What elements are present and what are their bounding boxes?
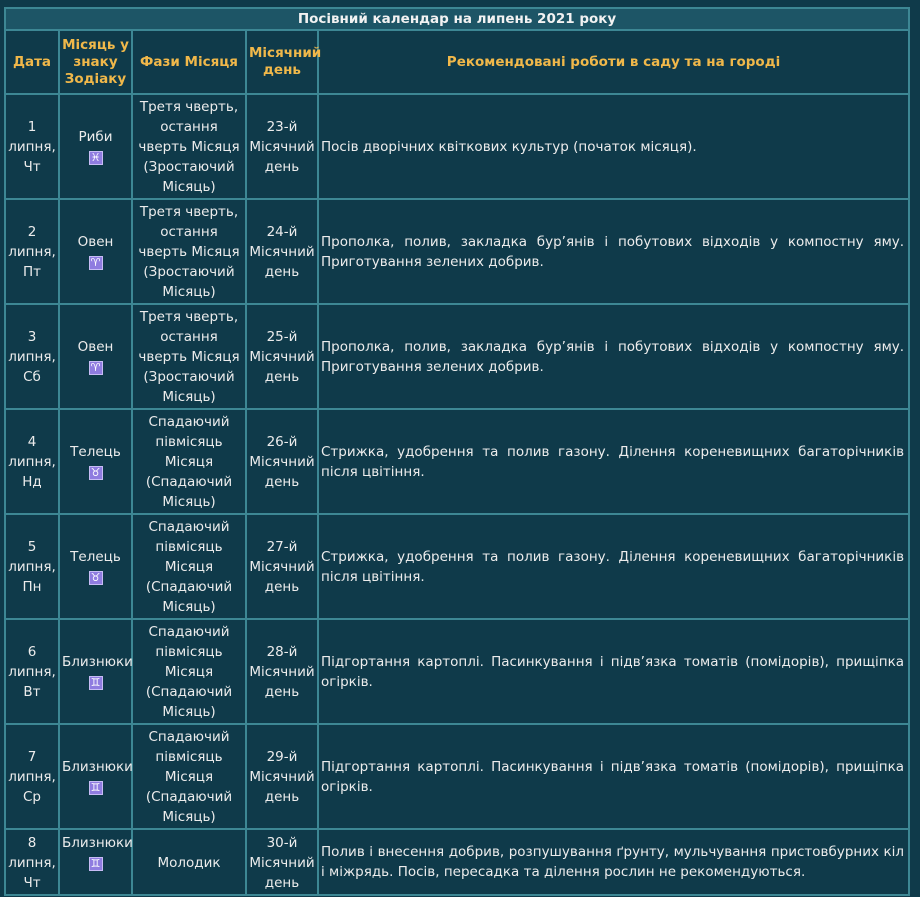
date-cell: 2 липня, Пт (4, 198, 60, 305)
date-day: 3 (27, 328, 37, 345)
date-cell: 8 липня, Чт (4, 828, 60, 896)
lunar-day-cell: 29-й Місячний день (245, 723, 319, 830)
zodiac-name: Овен (77, 338, 114, 355)
date-weekday: Вт (23, 683, 41, 700)
date-cell: 1 липня, Чт (4, 93, 60, 200)
lunar-day-cell: 25-й Місячний день (245, 303, 319, 410)
aries-icon: ♈ (88, 360, 103, 375)
zodiac-cell: Телець ♉ (58, 513, 133, 620)
moon-phase-cell: Спадаючий півмісяць Місяця (Спадаючий Мі… (131, 513, 247, 620)
recommended-works-cell: Прополка, полив, закладка бур’янів і поб… (316, 198, 911, 305)
table-row: 3 липня, Сб Овен ♈ Третя чверть, остання чв… (4, 303, 911, 410)
date-weekday: Нд (22, 473, 42, 490)
recommended-works-cell: Полив і внесення добрив, розпушування ґр… (316, 828, 911, 896)
table-row: 5 липня, Пн Телець ♉ Спадаючий півмісяць Мі… (4, 513, 911, 620)
gemini-icon: ♊ (88, 857, 103, 871)
date-month: липня, (8, 768, 56, 785)
date-weekday: Пн (22, 578, 42, 595)
date-month: липня, (8, 663, 56, 680)
date-weekday: Чт (23, 158, 41, 175)
date-month: липня, (8, 348, 56, 365)
recommended-works-cell: Стрижка, удобрення та полив газону. Діле… (316, 408, 911, 515)
zodiac-name: Близнюки (62, 835, 133, 851)
zodiac-cell: Близнюки ♊ (58, 723, 133, 830)
zodiac-cell: Близнюки ♊ (58, 828, 133, 896)
date-day: 1 (27, 118, 37, 135)
moon-phase-cell: Третя чверть, остання чверть Місяця (Зро… (131, 93, 247, 200)
date-cell: 7 липня, Ср (4, 723, 60, 830)
taurus-icon: ♉ (88, 465, 103, 480)
table-title: Посівний календар на липень 2021 року (3, 7, 911, 31)
calendar-container: Посівний календар на липень 2021 року Да… (3, 7, 911, 896)
moon-phase-cell: Третя чверть, остання чверть Місяця (Зро… (131, 303, 247, 410)
date-month: липня, (8, 558, 56, 575)
table-row: 7 липня, Ср Близнюки ♊ Спадаючий півмісяць … (4, 723, 911, 830)
date-day: 6 (27, 643, 37, 660)
date-cell: 5 липня, Пн (4, 513, 60, 620)
table-row: 1 липня, Чт Риби ♓ Третя чверть, остання чв… (4, 93, 911, 200)
lunar-day-cell: 30-й Місячний день (245, 828, 319, 896)
moon-phase-cell: Спадаючий півмісяць Місяця (Спадаючий Мі… (131, 408, 247, 515)
zodiac-name: Риби (78, 128, 113, 145)
table-row: 4 липня, Нд Телець ♉ Спадаючий півмісяць Мі… (4, 408, 911, 515)
date-month: липня, (8, 243, 56, 260)
date-day: 8 (27, 835, 37, 851)
date-weekday: Ср (23, 788, 41, 805)
date-month: липня, (8, 453, 56, 470)
date-month: липня, (8, 138, 56, 155)
date-day: 7 (27, 748, 37, 765)
table-row: 6 липня, Вт Близнюки ♊ Спадаючий півмісяць … (4, 618, 911, 725)
header-recommended-works: Рекомендовані роботи в саду та на городі (316, 29, 911, 95)
date-cell: 6 липня, Вт (4, 618, 60, 725)
table-row: 8 липня, Чт Близнюки ♊ Молодик 30-й Місячни… (4, 828, 911, 896)
planting-calendar-table: Посівний календар на липень 2021 року Да… (3, 7, 911, 896)
zodiac-cell: Близнюки ♊ (58, 618, 133, 725)
table-row: 2 липня, Пт Овен ♈ Третя чверть, остання чв… (4, 198, 911, 305)
recommended-works-cell: Посів дворічних квіткових культур (почат… (316, 93, 911, 200)
recommended-works-cell: Прополка, полив, закладка бур’янів і поб… (316, 303, 911, 410)
zodiac-cell: Телець ♉ (58, 408, 133, 515)
recommended-works-cell: Підгортання картоплі. Пасинкування і під… (316, 723, 911, 830)
date-cell: 3 липня, Сб (4, 303, 60, 410)
pisces-icon: ♓ (88, 150, 103, 165)
aries-icon: ♈ (88, 255, 103, 270)
header-zodiac: Місяць у знаку Зодіаку (58, 29, 133, 95)
lunar-day-cell: 28-й Місячний день (245, 618, 319, 725)
recommended-works-cell: Стрижка, удобрення та полив газону. Діле… (316, 513, 911, 620)
gemini-icon: ♊ (88, 780, 103, 795)
moon-phase-cell: Третя чверть, остання чверть Місяця (Зро… (131, 198, 247, 305)
lunar-day-cell: 27-й Місячний день (245, 513, 319, 620)
zodiac-name: Телець (70, 548, 121, 565)
date-day: 4 (27, 433, 37, 450)
taurus-icon: ♉ (88, 570, 103, 585)
date-weekday: Сб (23, 368, 41, 385)
lunar-day-cell: 24-й Місячний день (245, 198, 319, 305)
date-day: 5 (27, 538, 37, 555)
moon-phase-cell: Спадаючий півмісяць Місяця (Спадаючий Мі… (131, 723, 247, 830)
date-month: липня, (8, 855, 56, 871)
lunar-day-cell: 26-й Місячний день (245, 408, 319, 515)
header-lunar-day: Місячний день (245, 29, 321, 95)
date-cell: 4 липня, Нд (4, 408, 60, 515)
moon-phase-cell: Молодик (131, 828, 247, 896)
zodiac-cell: Овен ♈ (58, 198, 133, 305)
zodiac-name: Овен (77, 233, 114, 250)
table-body: 1 липня, Чт Риби ♓ Третя чверть, остання чв… (4, 93, 911, 896)
header-date: Дата (4, 29, 60, 95)
date-weekday: Пт (22, 263, 41, 280)
recommended-works-cell: Підгортання картоплі. Пасинкування і під… (316, 618, 911, 725)
zodiac-name: Близнюки (62, 653, 133, 670)
zodiac-name: Телець (70, 443, 121, 460)
date-weekday: Чт (23, 875, 41, 891)
date-day: 2 (27, 223, 37, 240)
zodiac-cell: Овен ♈ (58, 303, 133, 410)
gemini-icon: ♊ (88, 675, 103, 690)
moon-phase-cell: Спадаючий півмісяць Місяця (Спадаючий Мі… (131, 618, 247, 725)
zodiac-cell: Риби ♓ (58, 93, 133, 200)
header-moon-phase: Фази Місяця (131, 29, 247, 95)
lunar-day-cell: 23-й Місячний день (245, 93, 319, 200)
zodiac-name: Близнюки (62, 758, 133, 775)
